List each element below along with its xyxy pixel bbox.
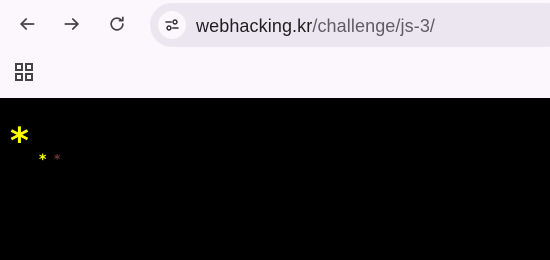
star-big: * [10,121,29,162]
forward-button[interactable] [54,6,90,42]
reload-button[interactable] [99,6,135,42]
reload-icon [110,16,124,31]
star-small-yellow: * [39,152,47,168]
arrow-left-icon [20,18,35,30]
arrow-right-icon [64,18,79,30]
tune-icon [165,19,179,31]
apps-button[interactable] [12,60,36,84]
apps-grid-icon [15,63,33,81]
url-text[interactable]: webhacking.kr/challenge/js-3/ [196,15,435,37]
site-info-button[interactable] [158,11,186,39]
star-small-dark: * [54,152,61,166]
page-content: * * * [0,98,550,260]
address-bar[interactable]: webhacking.kr/challenge/js-3/ [150,3,550,47]
back-button[interactable] [9,6,45,42]
url-path: /challenge/js-3/ [312,16,436,36]
browser-toolbar: webhacking.kr/challenge/js-3/ [0,0,550,98]
url-host: webhacking.kr [196,16,313,36]
